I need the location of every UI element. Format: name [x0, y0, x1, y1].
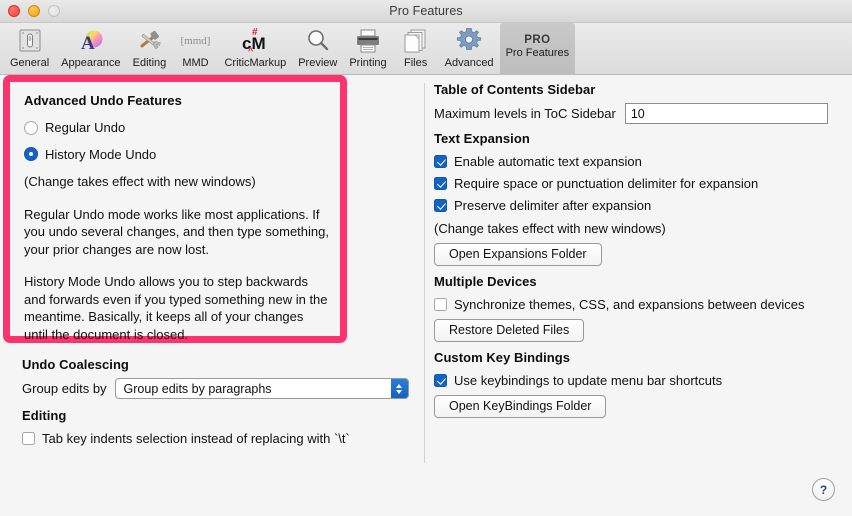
right-column: Table of Contents Sidebar Maximum levels…: [425, 75, 852, 516]
checkbox-tab-key-indents-label: Tab key indents selection instead of rep…: [42, 431, 350, 446]
advanced-undo-paragraph-1: Regular Undo mode works like most applic…: [24, 206, 329, 257]
multiple-devices-section: Multiple Devices: [434, 274, 537, 289]
checkbox-preserve-delimiter[interactable]: Preserve delimiter after expansion: [434, 197, 651, 215]
toolbar-item-general[interactable]: General: [4, 23, 55, 75]
group-edits-select[interactable]: Group edits by paragraphs: [114, 378, 409, 399]
checkbox-tab-key-indents[interactable]: Tab key indents selection instead of rep…: [22, 430, 350, 448]
group-edits-row: Group edits by Group edits by paragraphs: [22, 378, 414, 399]
checkbox-require-delimiter-indicator[interactable]: [434, 177, 447, 191]
criticmarkup-icon: # cM ^: [238, 26, 272, 56]
toolbar-label-criticmarkup: CriticMarkup: [224, 57, 287, 69]
left-column: Advanced Undo Features Regular Undo Hist…: [0, 75, 424, 516]
advanced-undo-paragraph-2: History Mode Undo allows you to step bac…: [24, 274, 328, 342]
preview-magnifier-icon: [301, 26, 335, 56]
mmd-icon-text: [mmd]: [180, 35, 211, 47]
appearance-palette-icon: A: [74, 26, 108, 56]
editing-section: Editing: [22, 408, 66, 423]
advanced-gear-icon: [452, 26, 486, 56]
checkbox-synchronize-devices[interactable]: Synchronize themes, CSS, and expansions …: [434, 296, 804, 314]
toolbar-label-pro-features: Pro Features: [505, 47, 570, 59]
key-bindings-heading: Custom Key Bindings: [434, 350, 571, 365]
window-titlebar: Pro Features: [0, 0, 852, 23]
checkbox-synchronize-devices-label: Synchronize themes, CSS, and expansions …: [454, 297, 805, 312]
checkbox-require-delimiter[interactable]: Require space or punctuation delimiter f…: [434, 175, 758, 193]
radio-regular-undo-indicator[interactable]: [24, 120, 38, 135]
svg-text:^: ^: [248, 46, 254, 55]
toolbar-label-appearance: Appearance: [61, 57, 121, 69]
multiple-devices-heading: Multiple Devices: [434, 274, 537, 289]
window-title: Pro Features: [389, 4, 463, 18]
radio-history-mode-undo-label: History Mode Undo: [45, 146, 157, 162]
preferences-window: Pro Features General A Appearance Editin…: [0, 0, 852, 516]
toolbar-label-printing: Printing: [349, 57, 387, 69]
chevron-updown-icon[interactable]: [390, 379, 408, 398]
advanced-undo-note: (Change takes effect with new windows): [24, 174, 256, 189]
checkbox-enable-auto-expansion-indicator[interactable]: [434, 155, 447, 169]
zoom-button: [48, 5, 60, 17]
group-edits-select-value: Group edits by paragraphs: [123, 382, 272, 396]
advanced-undo-heading: Advanced Undo Features: [24, 93, 182, 108]
undo-coalescing-heading: Undo Coalescing: [22, 357, 129, 372]
toolbar-item-files[interactable]: Files: [393, 23, 439, 75]
open-expansions-folder-button[interactable]: Open Expansions Folder: [434, 243, 602, 266]
checkbox-synchronize-devices-indicator[interactable]: [434, 298, 447, 312]
checkbox-enable-auto-expansion[interactable]: Enable automatic text expansion: [434, 153, 642, 171]
help-button[interactable]: ?: [812, 478, 835, 501]
preferences-content: Advanced Undo Features Regular Undo Hist…: [0, 75, 852, 516]
traffic-lights: [8, 5, 60, 17]
toc-max-levels-label: Maximum levels in ToC Sidebar: [434, 105, 616, 121]
toolbar-item-printing[interactable]: Printing: [343, 23, 392, 75]
checkbox-use-keybindings[interactable]: Use keybindings to update menu bar short…: [434, 372, 722, 390]
checkbox-tab-key-indents-indicator[interactable]: [22, 432, 35, 446]
toolbar-item-editing[interactable]: Editing: [126, 23, 172, 75]
radio-history-mode-undo[interactable]: History Mode Undo: [24, 146, 340, 164]
toolbar-label-general: General: [10, 57, 50, 69]
toolbar-item-criticmarkup[interactable]: # cM ^ CriticMarkup: [218, 23, 292, 75]
svg-text:cM: cM: [242, 34, 266, 53]
radio-history-mode-undo-indicator[interactable]: [24, 147, 38, 162]
close-button[interactable]: [8, 5, 20, 17]
restore-deleted-files-button[interactable]: Restore Deleted Files: [434, 319, 585, 342]
toolbar-item-appearance[interactable]: A Appearance: [55, 23, 126, 75]
checkbox-use-keybindings-label: Use keybindings to update menu bar short…: [454, 373, 723, 388]
toc-max-levels-input[interactable]: [624, 103, 828, 124]
toolbar-item-pro-features[interactable]: PRO Pro Features: [499, 23, 576, 75]
text-expansion-heading: Text Expansion: [434, 131, 530, 146]
preferences-toolbar: General A Appearance Editing [mmd] MMD #…: [0, 23, 852, 75]
printing-printer-icon: [351, 26, 385, 56]
pro-badge-icon: PRO: [524, 34, 551, 46]
text-expansion-note: (Change takes effect with new windows): [434, 221, 666, 236]
general-switch-icon: [13, 26, 47, 56]
files-documents-icon: [399, 26, 433, 56]
text-expansion-section: Text Expansion: [434, 131, 530, 146]
toc-heading: Table of Contents Sidebar: [434, 82, 596, 97]
toolbar-label-editing: Editing: [132, 57, 167, 69]
editing-tools-icon: [132, 26, 166, 56]
toolbar-label-preview: Preview: [298, 57, 338, 69]
toolbar-item-preview[interactable]: Preview: [292, 23, 343, 75]
radio-regular-undo-label: Regular Undo: [45, 120, 126, 135]
mmd-icon: [mmd]: [178, 26, 212, 56]
toc-section: Table of Contents Sidebar: [434, 82, 595, 97]
checkbox-use-keybindings-indicator[interactable]: [434, 374, 447, 388]
editing-heading: Editing: [22, 408, 67, 423]
toolbar-item-mmd[interactable]: [mmd] MMD: [172, 23, 218, 75]
key-bindings-section: Custom Key Bindings: [434, 350, 570, 365]
minimize-button[interactable]: [28, 5, 40, 17]
checkbox-enable-auto-expansion-label: Enable automatic text expansion: [454, 154, 642, 169]
group-edits-label: Group edits by: [22, 380, 107, 396]
toolbar-item-advanced[interactable]: Advanced: [439, 23, 500, 75]
checkbox-preserve-delimiter-label: Preserve delimiter after expansion: [454, 198, 652, 213]
toolbar-label-mmd: MMD: [182, 57, 209, 69]
checkbox-require-delimiter-label: Require space or punctuation delimiter f…: [454, 176, 759, 191]
open-keybindings-folder-button[interactable]: Open KeyBindings Folder: [434, 395, 607, 418]
toc-max-levels-row: Maximum levels in ToC Sidebar: [434, 103, 828, 124]
toolbar-label-files: Files: [404, 57, 428, 69]
advanced-undo-highlight-box: Advanced Undo Features Regular Undo Hist…: [3, 75, 347, 343]
undo-coalescing-section: Undo Coalescing: [22, 357, 129, 372]
toolbar-label-advanced: Advanced: [444, 57, 494, 69]
svg-text:A: A: [81, 33, 95, 54]
checkbox-preserve-delimiter-indicator[interactable]: [434, 199, 447, 213]
radio-regular-undo[interactable]: Regular Undo: [24, 119, 340, 137]
